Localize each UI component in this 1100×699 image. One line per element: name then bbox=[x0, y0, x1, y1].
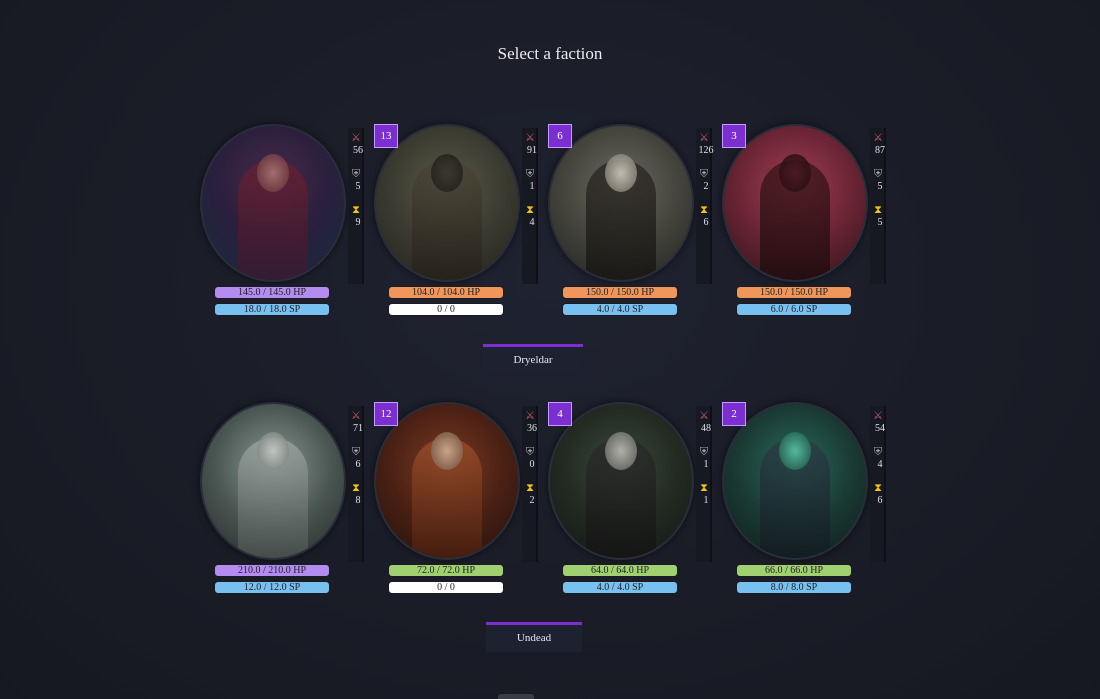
sp-bar: 4.0 / 4.0 SP bbox=[562, 303, 678, 316]
defense-value: 1 bbox=[703, 459, 709, 470]
attack-value: 126 bbox=[698, 145, 714, 156]
hp-bar: 145.0 / 145.0 HP bbox=[214, 286, 330, 299]
sp-bar: 0 / 0 bbox=[388, 303, 504, 316]
level-badge: 3 bbox=[722, 124, 746, 148]
sp-bar: 18.0 / 18.0 SP bbox=[214, 303, 330, 316]
shield-icon: ⛨ bbox=[699, 445, 709, 458]
scroll-indicator[interactable] bbox=[498, 694, 534, 699]
level-badge: 2 bbox=[722, 402, 746, 426]
hp-bar: 150.0 / 150.0 HP bbox=[736, 286, 852, 299]
defense-value: 5 bbox=[355, 181, 361, 192]
unit-stats: ⚔ 56 ⛨ 5 ⧗ 9 bbox=[348, 128, 364, 284]
shield-icon: ⛨ bbox=[873, 445, 883, 458]
hourglass-icon: ⧗ bbox=[526, 203, 534, 216]
speed-value: 5 bbox=[877, 217, 883, 228]
hourglass-icon: ⧗ bbox=[526, 481, 534, 494]
defense-value: 4 bbox=[877, 459, 883, 470]
sword-icon: ⚔ bbox=[525, 131, 535, 144]
hourglass-icon: ⧗ bbox=[352, 203, 360, 216]
hp-bar: 150.0 / 150.0 HP bbox=[562, 286, 678, 299]
hp-bar: 72.0 / 72.0 HP bbox=[388, 564, 504, 577]
unit-card[interactable]: 12 ⚔ 36 ⛨ 0 ⧗ 2 72.0 / 72.0 HP 0 / 0 bbox=[374, 402, 544, 602]
unit-stats: ⚔ 126 ⛨ 2 ⧗ 6 bbox=[696, 128, 714, 284]
attack-value: 87 bbox=[875, 145, 885, 156]
sp-bar: 4.0 / 4.0 SP bbox=[562, 581, 678, 594]
speed-value: 1 bbox=[703, 495, 709, 506]
shield-icon: ⛨ bbox=[525, 445, 535, 458]
sp-bar: 0 / 0 bbox=[388, 581, 504, 594]
level-badge: 13 bbox=[374, 124, 398, 148]
speed-value: 6 bbox=[703, 217, 709, 228]
unit-card[interactable]: 4 ⚔ 48 ⛨ 1 ⧗ 1 64.0 / 64.0 HP 4.0 / 4.0 … bbox=[548, 402, 718, 602]
speed-value: 8 bbox=[355, 495, 361, 506]
defense-value: 2 bbox=[703, 181, 709, 192]
unit-stats: ⚔ 48 ⛨ 1 ⧗ 1 bbox=[696, 406, 712, 562]
unit-stats: ⚔ 54 ⛨ 4 ⧗ 6 bbox=[870, 406, 886, 562]
unit-card[interactable]: 3 ⚔ 87 ⛨ 5 ⧗ 5 150.0 / 150.0 HP 6.0 / 6.… bbox=[722, 124, 892, 324]
sword-icon: ⚔ bbox=[699, 409, 709, 422]
hourglass-icon: ⧗ bbox=[352, 481, 360, 494]
defense-value: 1 bbox=[529, 181, 535, 192]
sword-icon: ⚔ bbox=[873, 409, 883, 422]
defense-value: 5 bbox=[877, 181, 883, 192]
sword-icon: ⚔ bbox=[699, 131, 709, 144]
speed-value: 4 bbox=[529, 217, 535, 228]
page-title: Select a faction bbox=[497, 44, 603, 63]
unit-card[interactable]: 2 ⚔ 54 ⛨ 4 ⧗ 6 66.0 / 66.0 HP 8.0 / 8.0 … bbox=[722, 402, 892, 602]
hp-bar: 66.0 / 66.0 HP bbox=[736, 564, 852, 577]
level-badge: 12 bbox=[374, 402, 398, 426]
defense-value: 0 bbox=[529, 459, 535, 470]
shield-icon: ⛨ bbox=[351, 167, 361, 180]
faction-tab-undead[interactable]: Undead bbox=[486, 622, 582, 652]
hourglass-icon: ⧗ bbox=[874, 203, 882, 216]
attack-value: 48 bbox=[701, 423, 711, 434]
sp-bar: 6.0 / 6.0 SP bbox=[736, 303, 852, 316]
unit-row: ⚔ 56 ⛨ 5 ⧗ 9 145.0 / 145.0 HP 18.0 / 18.… bbox=[200, 124, 900, 324]
hp-bar: 104.0 / 104.0 HP bbox=[388, 286, 504, 299]
defense-value: 6 bbox=[355, 459, 361, 470]
unit-card[interactable]: 13 ⚔ 91 ⛨ 1 ⧗ 4 104.0 / 104.0 HP 0 / 0 bbox=[374, 124, 544, 324]
hourglass-icon: ⧗ bbox=[700, 481, 708, 494]
unit-stats: ⚔ 91 ⛨ 1 ⧗ 4 bbox=[522, 128, 538, 284]
attack-value: 54 bbox=[875, 423, 885, 434]
hp-bar: 210.0 / 210.0 HP bbox=[214, 564, 330, 577]
speed-value: 2 bbox=[529, 495, 535, 506]
speed-value: 9 bbox=[355, 217, 361, 228]
unit-card[interactable]: ⚔ 56 ⛨ 5 ⧗ 9 145.0 / 145.0 HP 18.0 / 18.… bbox=[200, 124, 370, 324]
hourglass-icon: ⧗ bbox=[700, 203, 708, 216]
shield-icon: ⛨ bbox=[351, 445, 361, 458]
unit-portrait[interactable] bbox=[200, 124, 346, 282]
shield-icon: ⛨ bbox=[699, 167, 709, 180]
hourglass-icon: ⧗ bbox=[874, 481, 882, 494]
unit-card[interactable]: ⚔ 71 ⛨ 6 ⧗ 8 210.0 / 210.0 HP 12.0 / 12.… bbox=[200, 402, 370, 602]
unit-card[interactable]: 6 ⚔ 126 ⛨ 2 ⧗ 6 150.0 / 150.0 HP 4.0 / 4… bbox=[548, 124, 718, 324]
shield-icon: ⛨ bbox=[873, 167, 883, 180]
faction-tab-dryeldar[interactable]: Dryeldar bbox=[483, 344, 583, 374]
unit-stats: ⚔ 87 ⛨ 5 ⧗ 5 bbox=[870, 128, 886, 284]
sword-icon: ⚔ bbox=[873, 131, 883, 144]
sword-icon: ⚔ bbox=[351, 131, 361, 144]
level-badge: 6 bbox=[548, 124, 572, 148]
speed-value: 6 bbox=[877, 495, 883, 506]
unit-row: ⚔ 71 ⛨ 6 ⧗ 8 210.0 / 210.0 HP 12.0 / 12.… bbox=[200, 402, 900, 602]
level-badge: 4 bbox=[548, 402, 572, 426]
attack-value: 91 bbox=[527, 145, 537, 156]
sp-bar: 12.0 / 12.0 SP bbox=[214, 581, 330, 594]
sword-icon: ⚔ bbox=[351, 409, 361, 422]
attack-value: 36 bbox=[527, 423, 537, 434]
sword-icon: ⚔ bbox=[525, 409, 535, 422]
attack-value: 56 bbox=[353, 145, 363, 156]
attack-value: 71 bbox=[353, 423, 363, 434]
unit-stats: ⚔ 36 ⛨ 0 ⧗ 2 bbox=[522, 406, 538, 562]
sp-bar: 8.0 / 8.0 SP bbox=[736, 581, 852, 594]
hp-bar: 64.0 / 64.0 HP bbox=[562, 564, 678, 577]
shield-icon: ⛨ bbox=[525, 167, 535, 180]
unit-stats: ⚔ 71 ⛨ 6 ⧗ 8 bbox=[348, 406, 364, 562]
unit-portrait[interactable] bbox=[200, 402, 346, 560]
